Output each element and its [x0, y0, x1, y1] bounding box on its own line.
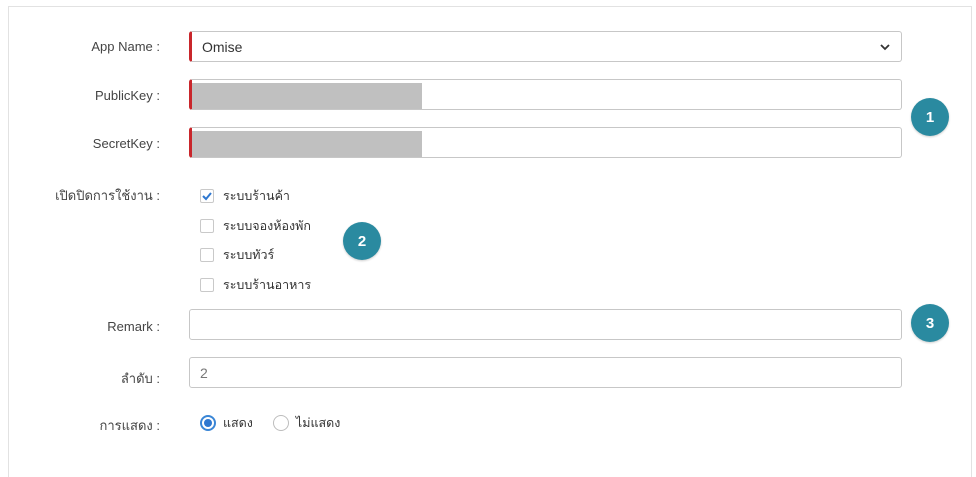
enable-label: เปิดปิดการใช้งาน : [55, 188, 160, 203]
app-name-label: App Name : [91, 39, 160, 54]
step-badge-2: 2 [343, 222, 381, 260]
checkbox-room-booking[interactable]: ระบบจองห้องพัก [200, 216, 311, 236]
checkbox-tour-box[interactable] [200, 248, 214, 262]
secret-key-redacted [192, 131, 422, 157]
radio-hide[interactable] [272, 415, 289, 431]
form-panel [8, 6, 972, 477]
radio-show[interactable] [200, 415, 216, 431]
step-badge-1: 1 [911, 98, 949, 136]
secret-key-input[interactable] [189, 127, 902, 158]
app-name-select[interactable]: Omise [189, 31, 902, 62]
display-radio-group: แสดง ไม่แสดง [200, 413, 340, 433]
remark-input[interactable] [189, 309, 902, 340]
order-value: 2 [200, 364, 208, 381]
chevron-down-icon [880, 44, 890, 51]
public-key-label: PublicKey : [94, 88, 160, 103]
step-badge-3: 3 [911, 304, 949, 342]
checkbox-tour-label: ระบบทัวร์ [223, 248, 275, 262]
radio-show-label: แสดง [223, 416, 253, 430]
checkbox-restaurant-box[interactable] [200, 278, 214, 292]
checkbox-room-booking-label: ระบบจองห้องพัก [223, 219, 311, 233]
public-key-input[interactable] [189, 79, 902, 110]
checkbox-tour[interactable]: ระบบทัวร์ [200, 245, 274, 265]
checkbox-room-booking-box[interactable] [200, 219, 214, 233]
radio-hide-label: ไม่แสดง [295, 416, 341, 430]
checkbox-restaurant[interactable]: ระบบร้านอาหาร [200, 275, 311, 295]
check-icon [202, 192, 212, 201]
checkbox-shop-box[interactable] [200, 189, 214, 203]
remark-label: Remark : [107, 319, 160, 334]
secret-key-label: SecretKey : [92, 136, 160, 151]
checkbox-shop-label: ระบบร้านค้า [223, 189, 290, 203]
checkbox-restaurant-label: ระบบร้านอาหาร [223, 278, 312, 292]
checkbox-shop[interactable]: ระบบร้านค้า [200, 186, 290, 206]
display-label: การแสดง : [99, 418, 160, 433]
public-key-redacted [192, 83, 422, 109]
order-label: ลำดับ : [120, 371, 160, 386]
app-name-value: Omise [202, 38, 243, 55]
order-input[interactable]: 2 [189, 357, 902, 388]
